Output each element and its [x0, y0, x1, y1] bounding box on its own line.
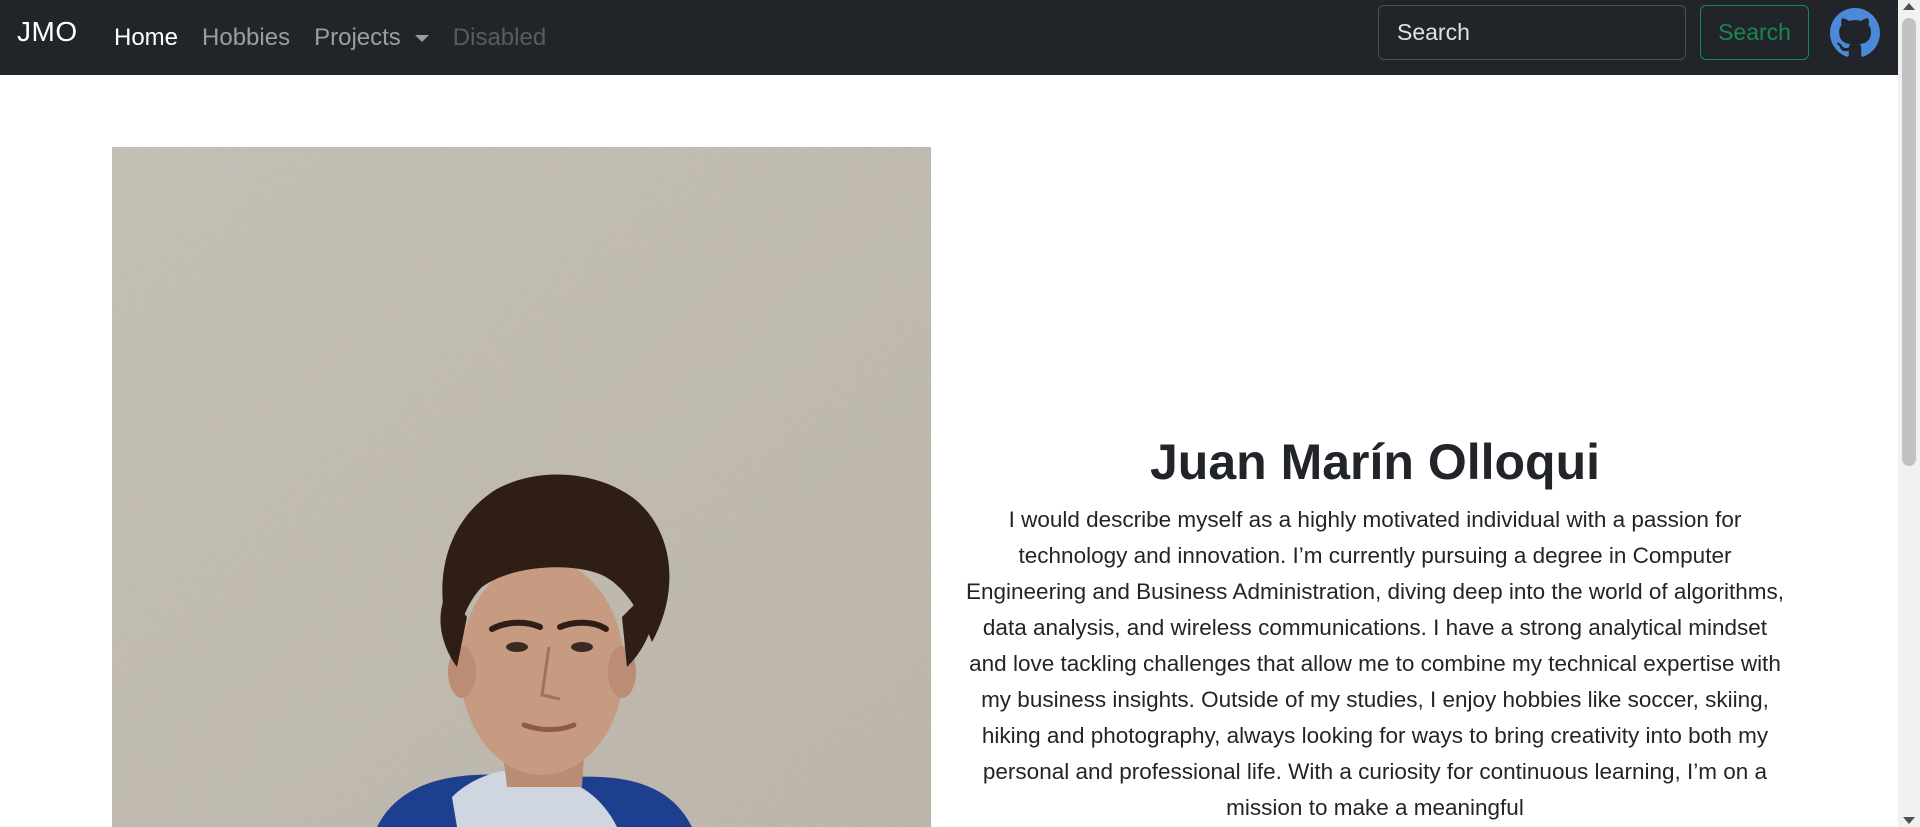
nav-hobbies[interactable]: Hobbies [202, 24, 290, 52]
nav-projects-label: Projects [314, 23, 401, 51]
nav-projects-dropdown[interactable]: Projects [314, 24, 429, 52]
github-icon[interactable] [1830, 8, 1880, 58]
nav-home[interactable]: Home [114, 24, 178, 52]
chevron-down-icon [414, 35, 429, 42]
vertical-scrollbar[interactable] [1898, 0, 1920, 827]
scroll-down-icon[interactable] [1903, 817, 1915, 824]
scroll-up-icon[interactable] [1903, 3, 1915, 10]
profile-photo [112, 147, 931, 827]
brand-logo[interactable]: JMO [17, 16, 78, 48]
nav-disabled: Disabled [452, 23, 547, 51]
navbar: JMO Home Hobbies Projects Disabled Searc… [0, 0, 1898, 75]
bio-paragraph: I would describe myself as a highly moti… [966, 507, 1784, 820]
search-button[interactable]: Search [1700, 5, 1809, 60]
search-input[interactable] [1378, 5, 1686, 60]
page-title: Juan Marín Olloqui [1149, 434, 1601, 490]
scrollbar-thumb[interactable] [1902, 18, 1916, 466]
nav-links: Home Hobbies Projects Disabled [114, 0, 570, 75]
hero-content: Juan Marín Olloqui I would describe myse… [962, 430, 1788, 826]
